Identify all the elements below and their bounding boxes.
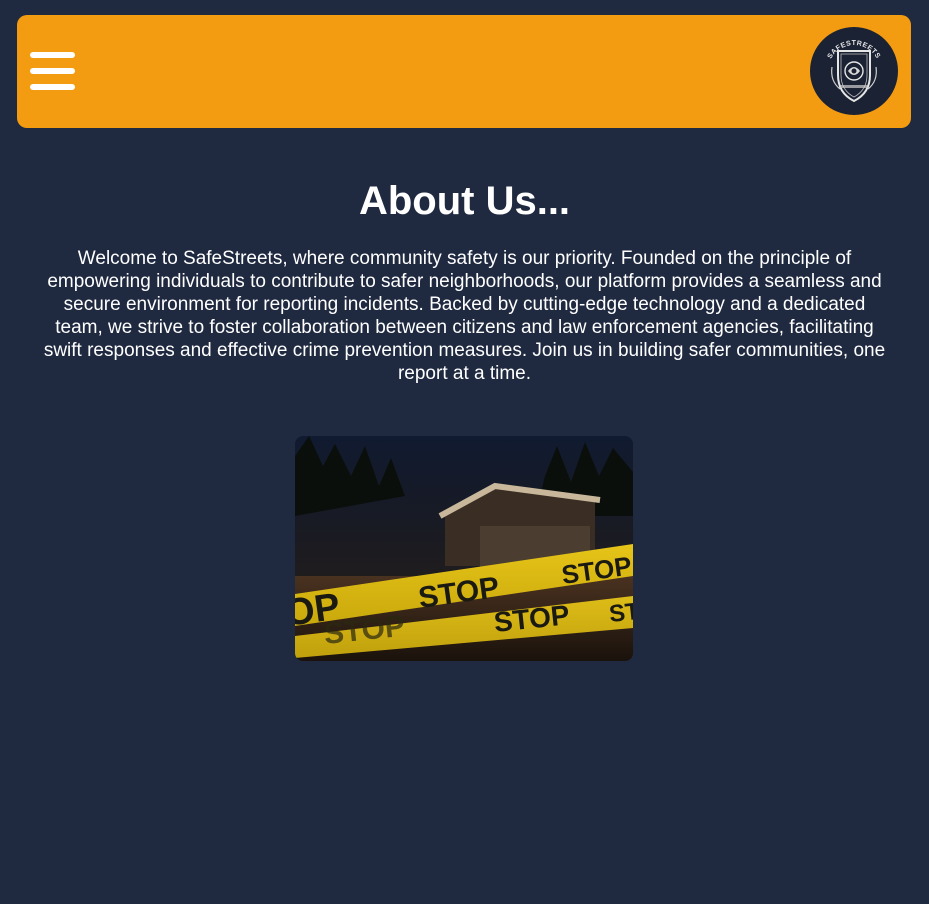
top-header: SAFESTREETS [17,15,911,128]
shield-badge-icon: SAFESTREETS [812,29,896,113]
menu-bar-icon [30,68,75,74]
page-title: About Us... [358,179,571,223]
safestreets-logo[interactable]: SAFESTREETS [810,27,898,115]
police-tape-photo: STOP STOP OP STOP STOP ST [295,436,633,661]
about-description: Welcome to SafeStreets, where community … [43,248,886,384]
menu-bar-icon [30,84,75,90]
hamburger-menu-button[interactable] [30,52,75,92]
crime-scene-tape-image: STOP STOP OP STOP STOP ST [295,436,633,661]
svg-text:ST: ST [608,598,633,628]
menu-bar-icon [30,52,75,58]
